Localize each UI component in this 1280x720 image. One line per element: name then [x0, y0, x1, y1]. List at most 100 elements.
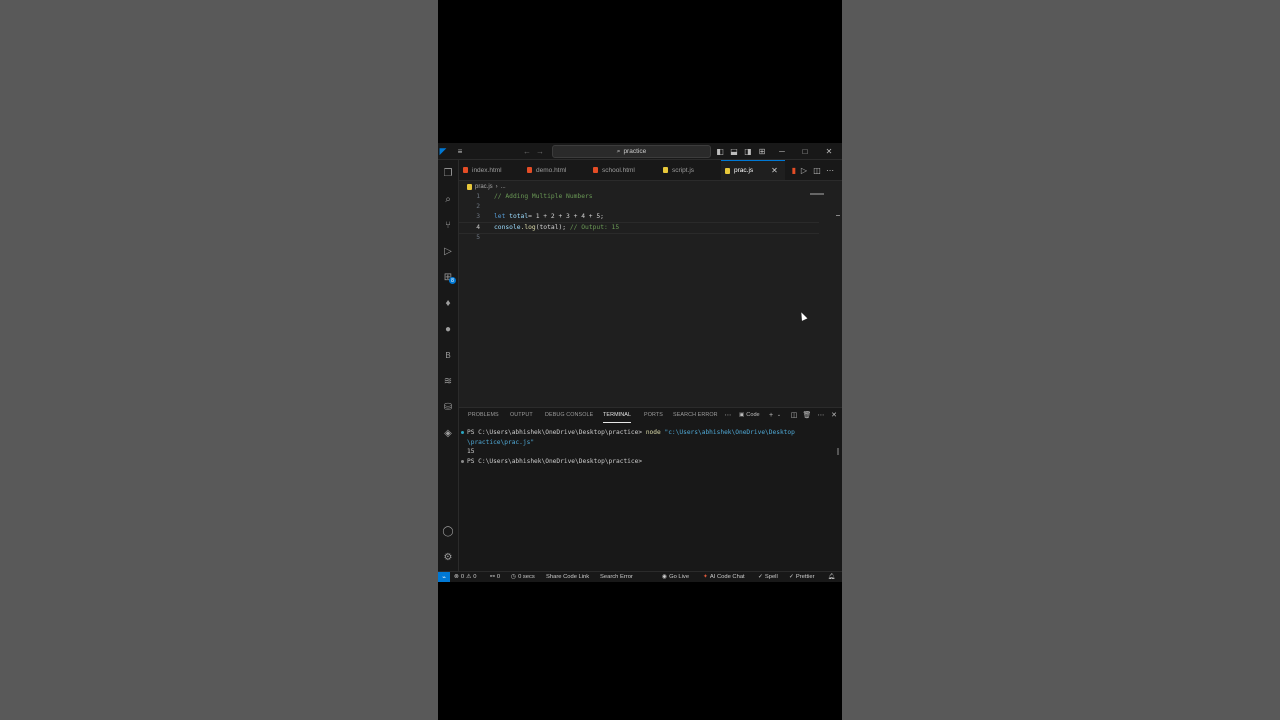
notifications-bell-icon[interactable]: 🔔︎	[828, 572, 835, 582]
minimize-icon[interactable]: ─	[777, 143, 787, 159]
bootstrap-icon[interactable]: B	[438, 348, 458, 362]
command-center-search[interactable]: ⌕ practice	[552, 145, 711, 158]
tab-prac-js[interactable]: prac.js ✕	[721, 160, 785, 180]
bootstrap-label: B	[445, 350, 451, 360]
panel-actions-more-icon[interactable]: ⋯	[816, 408, 826, 422]
check-icon: ✓	[758, 574, 763, 580]
panel-tab-terminal[interactable]: TERMINAL	[603, 408, 632, 423]
js-file-icon	[467, 183, 472, 190]
close-panel-icon[interactable]: ✕	[829, 408, 839, 422]
activity-bar: ❐ ⌕ ⑂ ▷ ⊞ 8 ♦ ● B ≋ ⛁ ◈ ◯ ⚙	[438, 160, 459, 571]
forward-arrow-icon[interactable]: →	[535, 143, 545, 159]
docker-icon[interactable]: ≋	[438, 374, 458, 388]
terminal-argument-cont: \practice\prac.js"	[467, 438, 535, 446]
run-code-icon[interactable]: ▷	[798, 160, 810, 180]
ai-chat-label: AI Code Chat	[709, 574, 745, 580]
panel-tab-output[interactable]: OUTPUT	[510, 408, 533, 422]
layers-icon[interactable]: ◈	[438, 426, 458, 440]
line-number: 4	[476, 224, 480, 231]
panel-tab-search-error[interactable]: SEARCH ERROR	[673, 408, 718, 422]
prettier-status[interactable]: ✓ Prettier	[789, 572, 815, 582]
terminal-line: PS C:\Users\abhishek\OneDrive\Desktop\pr…	[461, 428, 817, 438]
breadcrumb-rest[interactable]: ...	[501, 184, 506, 190]
split-editor-icon[interactable]: ◫	[811, 160, 823, 180]
terminal-shell-selector[interactable]: ▣ Code	[739, 408, 760, 422]
broadcast-icon: ⚯	[490, 574, 495, 580]
new-terminal-icon[interactable]: +	[767, 408, 775, 422]
tab-label: index.html	[472, 166, 502, 174]
remote-indicator-icon[interactable]: ⌁	[438, 572, 450, 582]
minimap[interactable]	[810, 193, 824, 195]
maximize-icon[interactable]: □	[800, 143, 810, 159]
back-arrow-icon[interactable]: ←	[522, 143, 532, 159]
editor-tabs: index.html demo.html school.html script.…	[459, 160, 842, 181]
toggle-panel-icon[interactable]: ⬓	[729, 143, 739, 159]
toggle-sidebar-icon[interactable]: ◧	[715, 143, 725, 159]
tab-school-html[interactable]: school.html	[589, 160, 659, 180]
code-comment: // Adding Multiple Numbers	[494, 192, 593, 200]
panel-more-icon[interactable]: ⋯	[723, 408, 733, 422]
right-blur-panel	[842, 0, 1280, 720]
hamburger-icon[interactable]: ≡	[454, 143, 466, 159]
close-window-icon[interactable]: ✕	[824, 143, 834, 159]
code-editor[interactable]: 1 // Adding Multiple Numbers 2 3 let tot…	[459, 191, 842, 409]
share-code-link[interactable]: Share Code Link	[546, 572, 589, 582]
terminal-result: 15	[467, 448, 475, 455]
terminal-prompt: PS C:\Users\abhishek\OneDrive\Desktop\pr…	[467, 429, 643, 436]
mongodb-leaf-icon[interactable]: ♦	[438, 296, 458, 310]
settings-gear-icon[interactable]: ⚙	[438, 550, 458, 564]
explorer-icon[interactable]: ❐	[438, 166, 458, 180]
search-icon: ⌕	[616, 147, 621, 155]
bottom-panel: PROBLEMS OUTPUT DEBUG CONSOLE TERMINAL P…	[459, 407, 842, 572]
split-terminal-icon[interactable]: ◫	[789, 408, 799, 422]
timer-label: 0 secs	[518, 574, 535, 580]
panel-tab-debug-console[interactable]: DEBUG CONSOLE	[545, 408, 593, 422]
tab-script-js[interactable]: script.js	[659, 160, 721, 180]
chevron-down-icon[interactable]: ⌄	[775, 408, 783, 422]
terminal-output[interactable]: PS C:\Users\abhishek\OneDrive\Desktop\pr…	[461, 428, 817, 466]
editor-scrollbar[interactable]	[836, 215, 840, 216]
close-tab-icon[interactable]: ✕	[771, 166, 778, 175]
extensions-icon[interactable]: ⊞ 8	[438, 270, 458, 284]
terminal-line: 15	[467, 447, 817, 457]
code-line[interactable]: 5	[459, 232, 819, 242]
toggle-secondary-sidebar-icon[interactable]: ◨	[743, 143, 753, 159]
search-error-status[interactable]: Search Error	[600, 572, 633, 582]
trash-icon[interactable]: 🗑	[802, 408, 812, 422]
code-line[interactable]: 3 let total = 1 + 2 + 3 + 4 + 5;	[459, 212, 819, 222]
panel-tab-problems[interactable]: PROBLEMS	[468, 408, 499, 422]
tab-demo-html[interactable]: demo.html	[523, 160, 589, 180]
spell-status[interactable]: ✓ Spell	[758, 572, 778, 582]
customize-layout-icon[interactable]: ⊞	[757, 143, 767, 159]
extensions-badge: 8	[449, 277, 456, 284]
more-actions-icon[interactable]: ⋯	[824, 160, 836, 180]
panel-tab-ports[interactable]: PORTS	[644, 408, 663, 422]
terminal-command: node	[645, 429, 661, 436]
database-icon[interactable]: ⛁	[438, 400, 458, 414]
live-share-icon[interactable]: ●	[438, 322, 458, 336]
run-debug-icon[interactable]: ▷	[438, 244, 458, 258]
account-icon[interactable]: ◯	[438, 524, 458, 538]
terminal-prompt: PS C:\Users\abhishek\OneDrive\Desktop\pr…	[467, 457, 643, 465]
object: console	[494, 224, 521, 231]
timer-status[interactable]: ◷ 0 secs	[511, 572, 535, 582]
go-live-button[interactable]: ◉ Go Live	[662, 572, 689, 582]
code-line[interactable]: 2	[459, 201, 819, 211]
ports-status[interactable]: ⚯ 0	[490, 572, 500, 582]
breadcrumb-file[interactable]: prac.js	[475, 184, 493, 190]
problems-status[interactable]: ⊗ 0 ⚠ 0	[454, 572, 477, 582]
tab-label: demo.html	[536, 166, 567, 174]
code-line[interactable]: 1 // Adding Multiple Numbers	[459, 191, 819, 201]
line-number: 2	[476, 202, 480, 210]
terminal-scrollbar[interactable]	[837, 448, 839, 455]
source-control-icon[interactable]: ⑂	[438, 218, 458, 232]
tab-index-html[interactable]: index.html	[459, 160, 523, 180]
search-icon[interactable]: ⌕	[438, 192, 458, 206]
prettier-label: Prettier	[795, 574, 815, 580]
warning-icon: ⚠	[466, 574, 472, 580]
ai-code-chat-button[interactable]: ✦ AI Code Chat	[703, 572, 745, 582]
terminal-line: \practice\prac.js"	[467, 438, 817, 448]
spell-label: Spell	[764, 574, 778, 580]
error-icon: ⊗	[454, 574, 459, 580]
breadcrumb[interactable]: prac.js › ...	[467, 182, 506, 191]
